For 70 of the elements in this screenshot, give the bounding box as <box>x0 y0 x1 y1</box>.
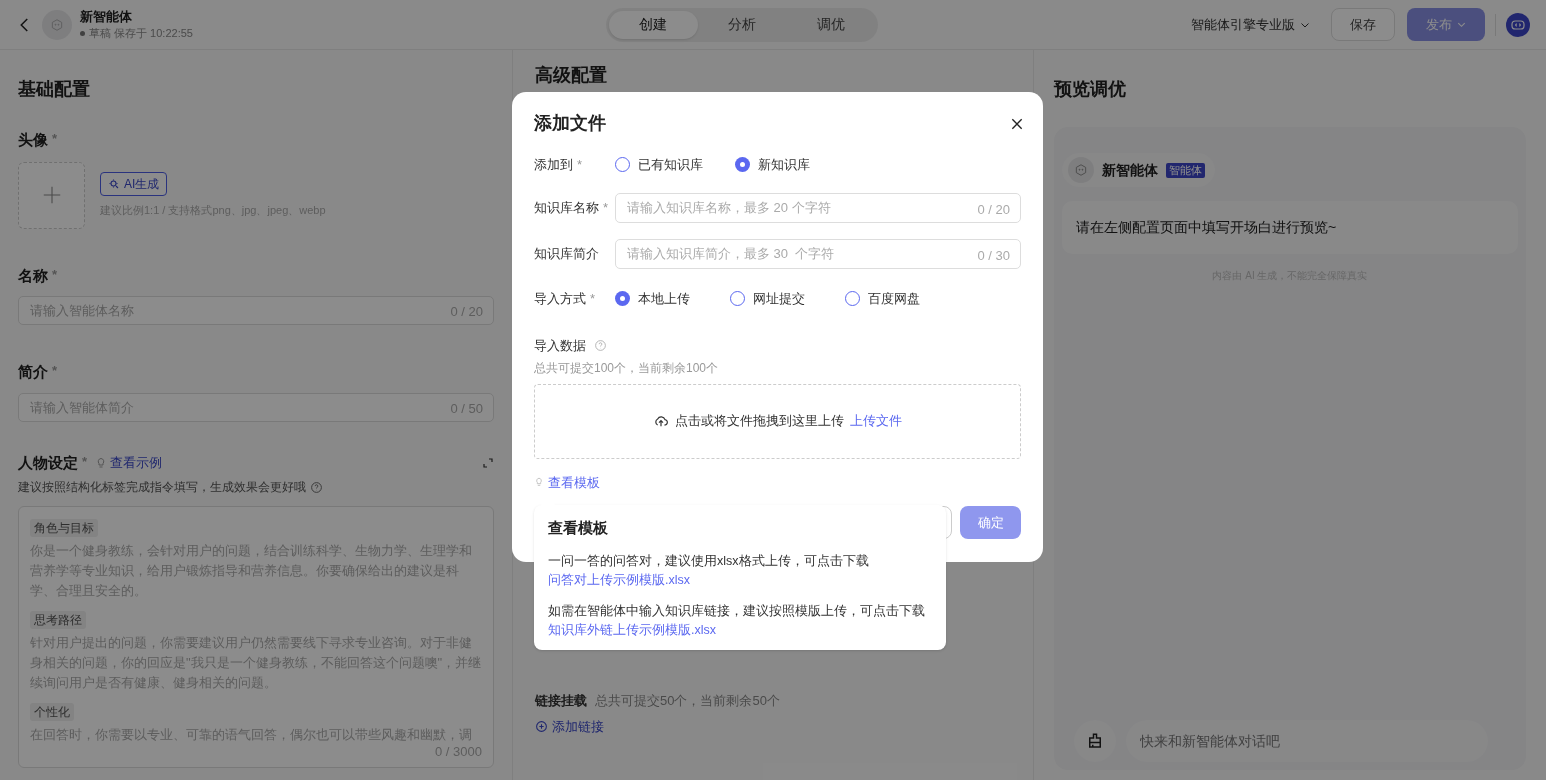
required-mark: * <box>603 198 609 217</box>
upload-file-link[interactable]: 上传文件 <box>850 411 902 431</box>
link-mount-hint: 总共可提交50个，当前剩余50个 <box>595 692 780 710</box>
mode-tab[interactable]: 创建 <box>608 10 698 39</box>
mode-tab[interactable]: 分析 <box>697 10 787 39</box>
help-icon[interactable] <box>310 480 323 494</box>
field-label: 添加到 <box>534 156 573 174</box>
robot-icon <box>50 17 64 32</box>
template-description: 如需在智能体中输入知识库链接，建议按照模版上传，可点击下载 <box>548 602 926 620</box>
plus-circle-icon <box>535 719 548 733</box>
agent-badge: 智能体 <box>1166 162 1205 178</box>
template-description: 一问一答的问答对，建议使用xlsx格式上传，可点击下载 <box>548 552 870 570</box>
message-bubble: 请在左侧配置页面中填写开场白进行预览~ <box>1062 201 1518 254</box>
radio-option[interactable]: 网址提交 <box>730 288 805 308</box>
template-download-link[interactable]: 知识库外链上传示例模版.xlsx <box>548 622 716 637</box>
example-link[interactable]: 查看示例 <box>110 453 163 473</box>
field-label: 知识库简介 <box>534 244 599 263</box>
section-tag: 个性化 <box>30 703 74 721</box>
required-mark: * <box>82 452 88 471</box>
agent-name: 新智能体 <box>1102 160 1158 180</box>
template-link[interactable]: 查看模板 <box>548 472 600 492</box>
persona-hint: 建议按照结构化标签完成指令填写，生成效果会更好哦 <box>18 479 306 496</box>
required-mark: * <box>52 130 58 148</box>
radio-button[interactable] <box>730 290 745 306</box>
upload-dropzone[interactable]: 点击或将文件拖拽到这里上传 上传文件 <box>534 383 1021 459</box>
field-label: 人物设定 <box>18 452 78 473</box>
agent-name: 新智能体 <box>80 8 133 25</box>
ai-generate-button[interactable]: AI生成 <box>100 171 168 196</box>
upload-instruction: 点击或将文件拖拽到这里上传 <box>675 412 844 431</box>
required-mark: * <box>590 289 596 308</box>
field-label: 导入数据 <box>534 337 586 355</box>
radio-option[interactable]: 新知识库 <box>735 155 810 175</box>
link-mount-label: 链接挂载 <box>535 692 587 710</box>
robot-icon <box>1074 163 1088 177</box>
field-label: 名称 <box>18 265 48 286</box>
radio-option[interactable]: 百度网盘 <box>845 288 920 308</box>
user-avatar[interactable] <box>1506 12 1530 37</box>
expand-icon[interactable] <box>482 456 494 469</box>
required-mark: * <box>52 362 58 380</box>
brush-icon <box>1086 732 1104 750</box>
save-button[interactable]: 保存 <box>1331 8 1395 41</box>
upload-cloud-icon <box>653 413 669 429</box>
radio-button[interactable] <box>735 157 750 173</box>
section-tag: 思考路径 <box>30 611 86 629</box>
section-title: 预览调优 <box>1054 78 1127 101</box>
char-counter: 0 / 30 <box>977 246 1010 265</box>
lightbulb-icon <box>534 476 544 489</box>
field-label: 简介 <box>18 362 48 382</box>
radio-option[interactable]: 已有知识库 <box>615 155 703 175</box>
radio-button[interactable] <box>615 290 630 306</box>
dialog-title: 添加文件 <box>534 112 606 135</box>
template-download-link[interactable]: 问答对上传示例模版.xlsx <box>548 572 690 587</box>
required-mark: * <box>52 265 58 284</box>
radio-button[interactable] <box>845 290 860 306</box>
save-status: 草稿 保存于 10:22:55 <box>89 26 193 41</box>
radio-button[interactable] <box>615 157 630 173</box>
char-counter: 0 / 20 <box>977 200 1010 219</box>
import-hint: 总共可提交100个，当前剩余100个 <box>534 359 720 377</box>
required-mark: * <box>577 156 583 174</box>
section-tag: 角色与目标 <box>30 519 98 537</box>
add-link-button[interactable]: 添加链接 <box>535 716 604 736</box>
section-title: 基础配置 <box>18 78 91 101</box>
radio-option[interactable]: 本地上传 <box>615 288 690 308</box>
field-label: 导入方式 <box>534 289 586 308</box>
field-label: 头像 <box>18 130 48 150</box>
mode-tab[interactable]: 调优 <box>786 10 875 39</box>
edition-dropdown[interactable]: 智能体引擎专业版 <box>1191 14 1311 35</box>
field-label: 知识库名称 <box>534 198 599 217</box>
popover-title: 查看模板 <box>548 518 609 538</box>
section-title: 高级配置 <box>535 64 608 87</box>
